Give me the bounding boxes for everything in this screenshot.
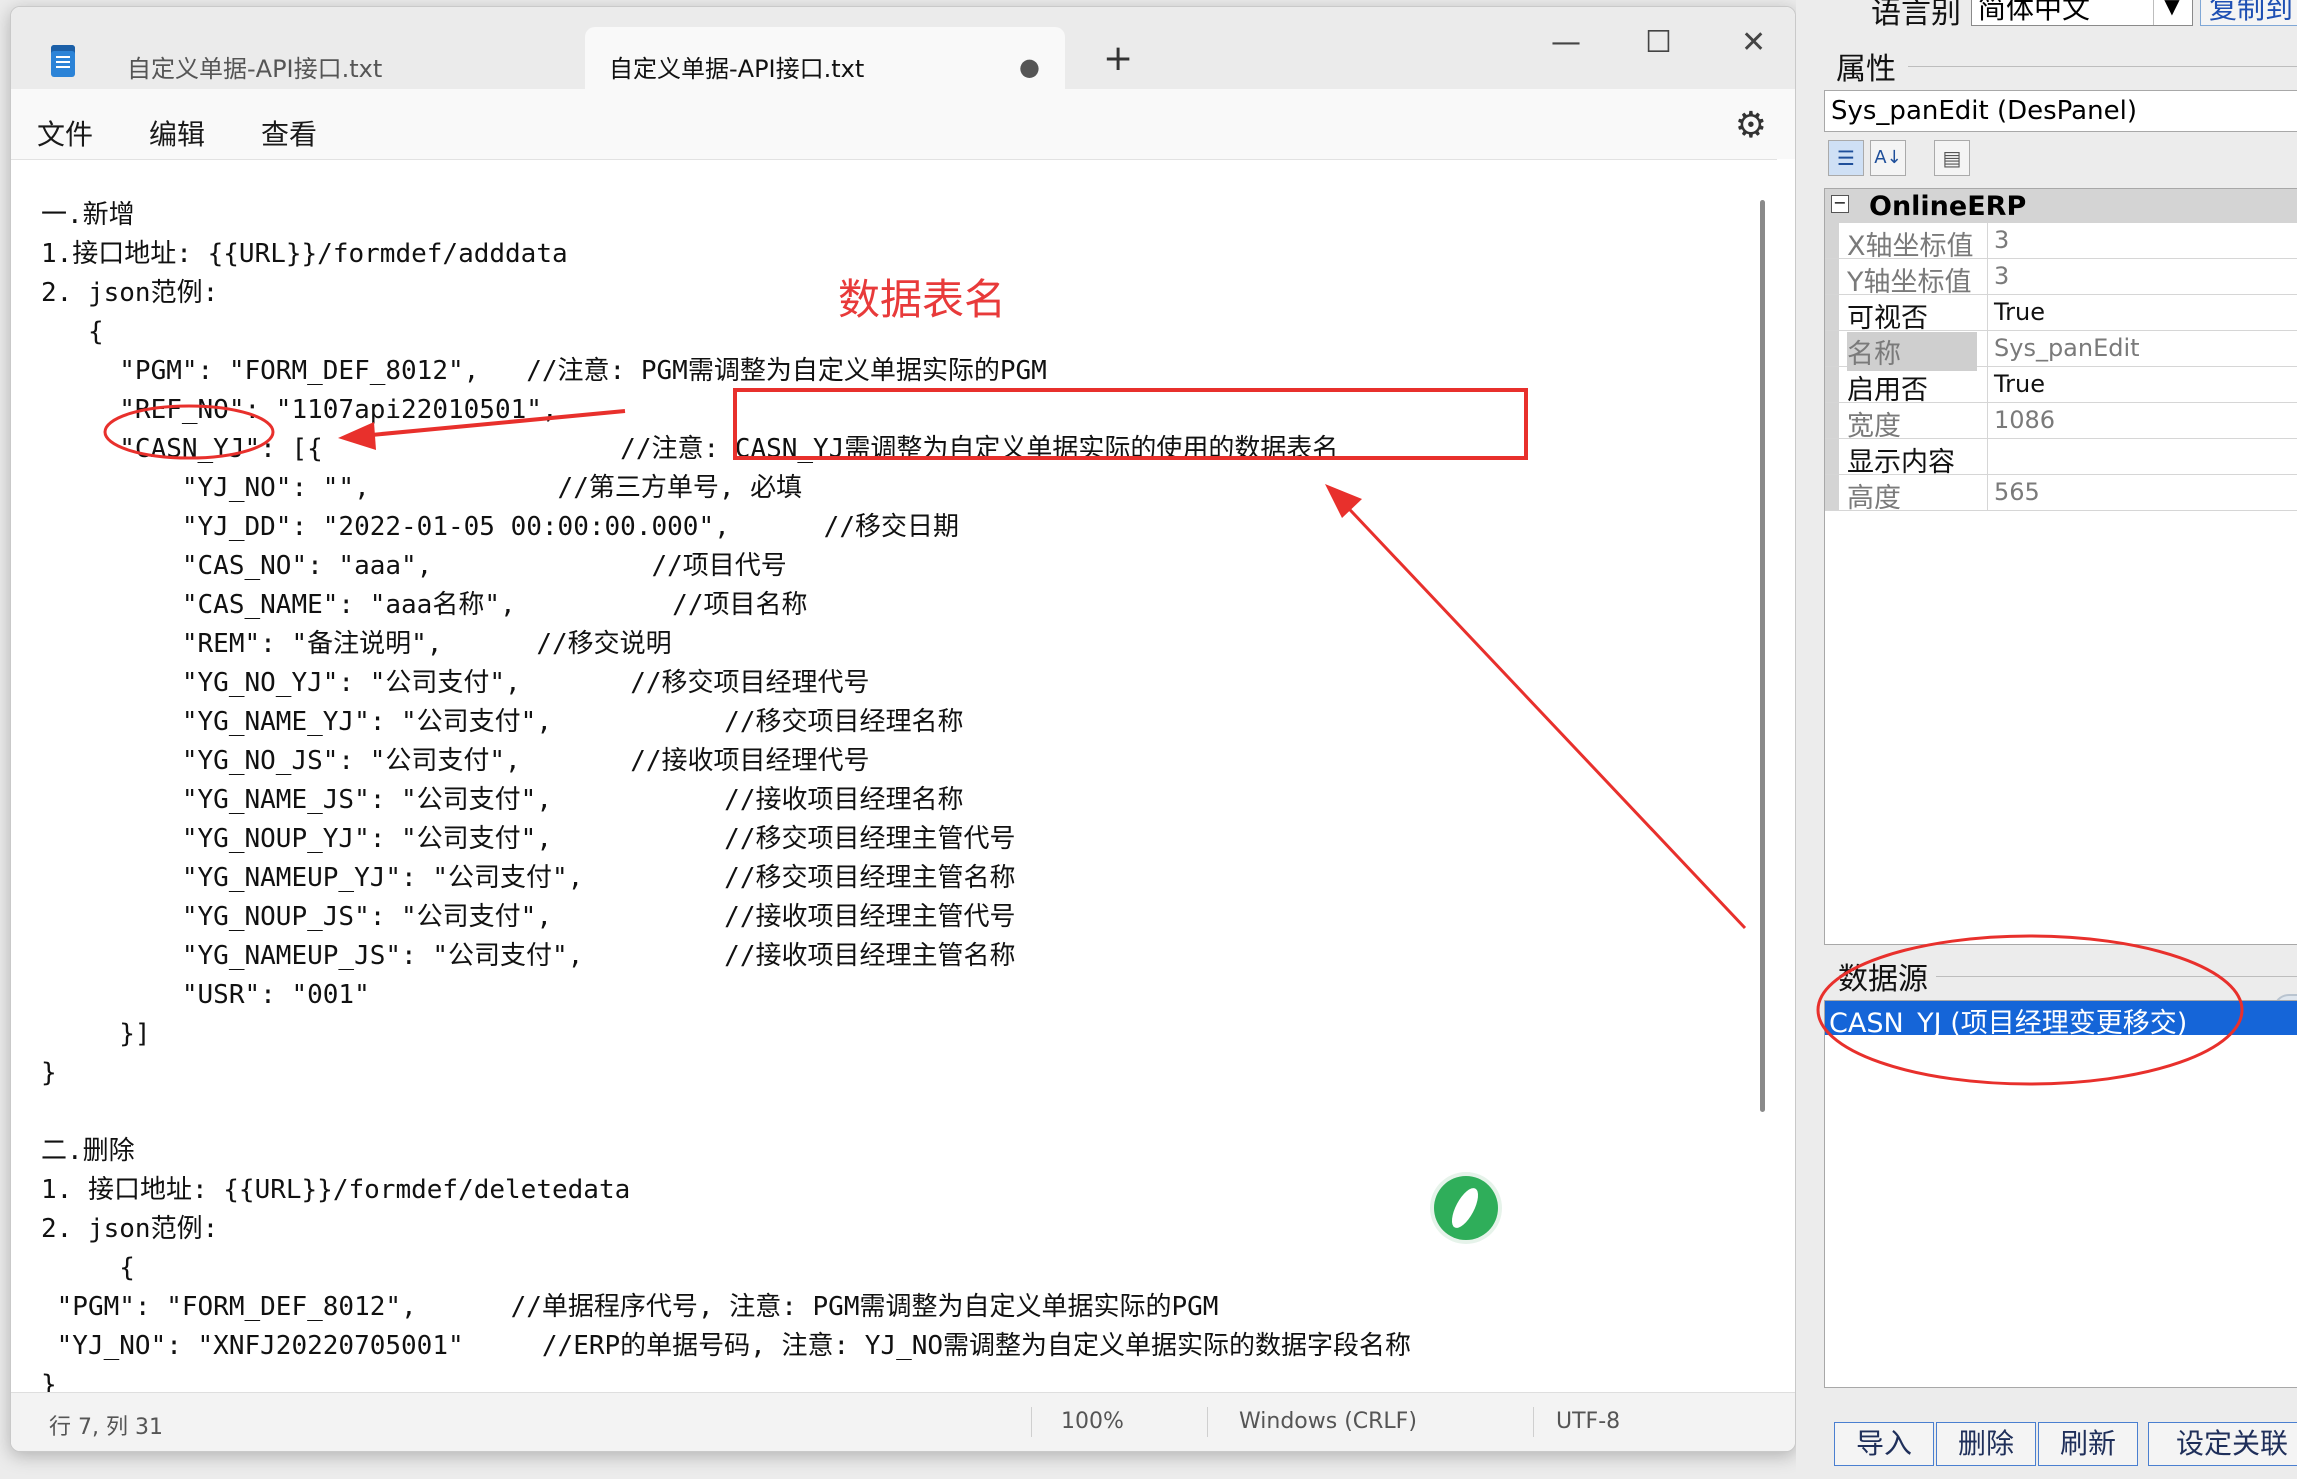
annotation-arrowhead-left [338,422,376,450]
annotation-circle-casn-yj [103,404,275,460]
app-logo-icon [1434,1176,1498,1240]
annotation-circle-datasource [1816,934,2244,1086]
annotation-arrow-left [349,409,626,439]
annotation-overlay [103,404,2244,1086]
annotation-arrowhead-diagonal [1325,484,1362,518]
annotation-arrow-diagonal [1334,493,1747,930]
